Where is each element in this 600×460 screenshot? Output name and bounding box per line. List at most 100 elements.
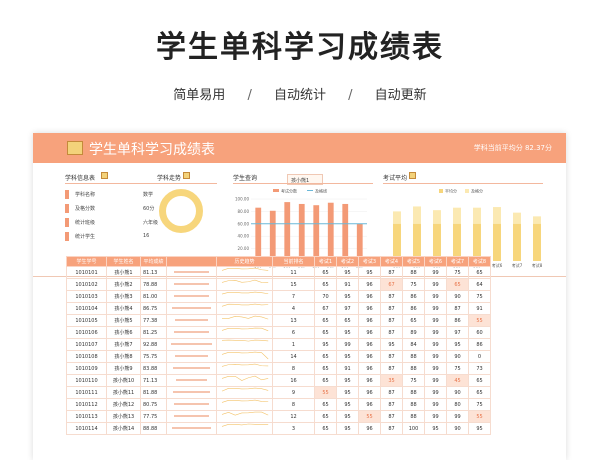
table-row: 1010106 孩小熊6 81.25 6 65 95 96 87 89 99 97 60	[66, 326, 491, 339]
table-cell	[166, 314, 217, 327]
table-cell: 96	[358, 350, 381, 363]
tag-separator: /	[247, 88, 252, 103]
table-cell: 90	[446, 422, 469, 435]
table-cell: 97	[336, 302, 359, 315]
column-header: 考试4	[380, 256, 403, 267]
average-bar	[173, 367, 210, 369]
table-cell	[216, 350, 273, 363]
table-row: 1010104 孩小熊4 86.75 4 67 97 96 87 86 99 87 91	[66, 302, 491, 315]
table-cell: 81.88	[140, 386, 167, 399]
table-cell: 13	[272, 314, 315, 327]
trend-sparkline	[221, 303, 268, 307]
trend-sparkline	[221, 399, 268, 403]
table-cell: 1010107	[66, 338, 107, 351]
y-tick-label: 40.00	[238, 234, 250, 239]
hero-tagline: 简单易用 / 自动统计 / 自动更新	[0, 84, 600, 103]
average-bar-top	[413, 206, 421, 224]
sparkline-path	[221, 303, 268, 307]
average-bar	[175, 379, 208, 381]
table-cell: 81.13	[140, 266, 167, 279]
legend-label: 及格线	[315, 188, 327, 194]
table-cell: 96	[358, 278, 381, 291]
table-cell: 99	[446, 410, 469, 423]
column-header: 考试6	[424, 256, 447, 267]
table-cell	[166, 350, 217, 363]
info-value: 数学	[143, 192, 154, 198]
sparkline-path	[221, 291, 268, 295]
y-tick-label: 100.00	[235, 197, 249, 202]
score-bar	[313, 205, 320, 261]
table-cell: 87	[380, 362, 403, 375]
table-cell: 95	[446, 338, 469, 351]
table-cell	[216, 386, 273, 399]
info-label: 统计班级	[75, 220, 96, 226]
info-row-subject: 学科名称 数学	[65, 189, 165, 200]
table-cell: 9	[272, 386, 315, 399]
average-icon	[409, 172, 416, 179]
table-cell: 87	[446, 302, 469, 315]
sparkline-path	[221, 387, 268, 392]
average-bar-top	[493, 207, 501, 224]
table-cell: 孩小熊4	[106, 302, 141, 315]
info-marker	[65, 218, 69, 227]
table-cell: 99	[424, 410, 447, 423]
table-cell: 88	[402, 410, 425, 423]
table-cell: 16	[272, 374, 315, 387]
score-bar	[255, 207, 262, 261]
table-cell: 99	[424, 386, 447, 399]
table-cell: 70	[314, 290, 337, 303]
table-cell: 96	[358, 326, 381, 339]
table-cell: 65	[468, 386, 491, 399]
table-cell: 97	[446, 326, 469, 339]
info-icon	[101, 172, 108, 179]
info-marker	[65, 232, 69, 241]
table-cell: 96	[358, 362, 381, 375]
table-cell: 96	[358, 302, 381, 315]
table-cell: 7	[272, 290, 315, 303]
table-cell: 孩小熊13	[106, 410, 141, 423]
average-bar-base	[513, 223, 521, 261]
table-cell: 55	[468, 410, 491, 423]
table-cell: 95	[424, 422, 447, 435]
average-bar-top	[453, 207, 461, 224]
table-cell: 80.75	[140, 398, 167, 411]
divider	[157, 183, 217, 184]
divider	[65, 183, 165, 184]
table-cell: 99	[424, 398, 447, 411]
trend-sparkline	[221, 375, 268, 381]
table-cell: 75	[446, 266, 469, 279]
table-cell: 0	[468, 350, 491, 363]
table-cell: 65	[314, 422, 337, 435]
table-cell: 91	[468, 302, 491, 315]
table-cell: 86	[402, 290, 425, 303]
sparkline-path	[221, 339, 268, 342]
table-cell	[216, 398, 273, 411]
table-cell: 60	[468, 326, 491, 339]
table-cell: 1010112	[66, 398, 107, 411]
table-cell	[166, 410, 217, 423]
legend-label: 平均分	[445, 188, 457, 194]
table-cell: 65	[314, 362, 337, 375]
section-exam-average: 考试平均	[383, 175, 408, 182]
table-cell: 4	[272, 302, 315, 315]
table-cell: 95	[358, 266, 381, 279]
section-student-query: 学生查询	[233, 175, 258, 182]
table-cell	[166, 290, 217, 303]
trend-sparkline	[221, 423, 268, 427]
table-cell: 孩小熊3	[106, 290, 141, 303]
table-cell: 99	[424, 362, 447, 375]
table-cell: 88.88	[140, 422, 167, 435]
average-bar-top	[513, 212, 521, 224]
table-cell: 100	[402, 422, 425, 435]
table-cell: 55	[468, 314, 491, 327]
table-cell: 87	[380, 266, 403, 279]
table-cell: 1010111	[66, 386, 107, 399]
table-cell: 90	[446, 350, 469, 363]
average-bar-top	[473, 207, 481, 224]
column-header: 考试7	[446, 256, 469, 267]
column-header: 考试1	[314, 256, 337, 267]
table-cell: 87	[380, 290, 403, 303]
info-value: 16	[143, 233, 150, 239]
table-body: 1010101 孩小熊1 81.13 11 65 95 95 87 88 99 75 65 101010…	[66, 266, 491, 435]
trend-donut	[159, 189, 203, 233]
